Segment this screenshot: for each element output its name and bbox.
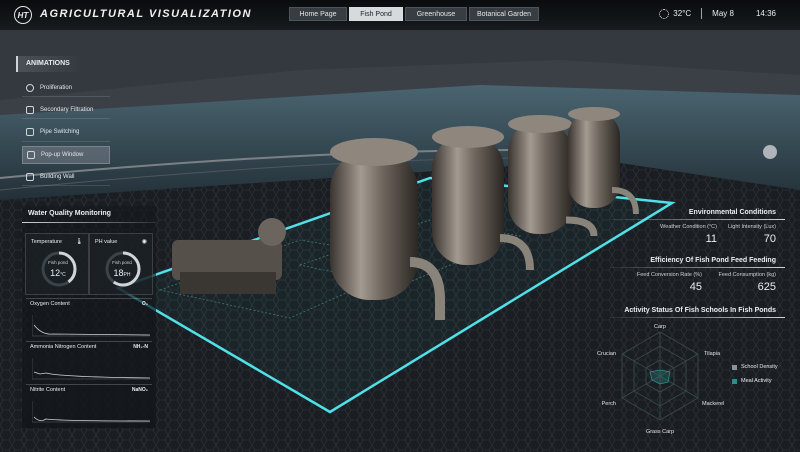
gauge-value: 18PH (113, 268, 131, 278)
legend-meal-activity[interactable]: Meal Activity (732, 378, 772, 384)
sun-icon (659, 8, 670, 19)
activity-title: Activity Status Of Fish Schools In Fish … (624, 307, 776, 314)
wall-icon (26, 172, 34, 181)
menu-item-label: Proliferation (40, 84, 73, 91)
top-bar: HT AGRICULTURAL VISUALIZATION Home Page … (0, 0, 800, 30)
legend-label: Meal Activity (741, 378, 772, 384)
chart-unit: NaNO₂ (131, 387, 148, 393)
chart-label: Ammonia Nitrogen Content (30, 344, 97, 350)
temperature-gauge: Temperature 🌡 Fish pond 12°C (25, 233, 89, 295)
menu-item-label: Building Wall (40, 173, 75, 180)
main-tabs: Home Page Fish Pond Greenhouse Botanical… (289, 7, 539, 21)
gauge-label: PH value (95, 239, 118, 245)
menu-item-label: Pipe Switching (40, 129, 80, 136)
ph-icon: ◉ (141, 239, 147, 245)
proliferation-icon (26, 83, 34, 92)
light-value: 70 (763, 233, 776, 245)
activity-radar-chart: Carp Tilapia Mackerel Grass Carp Perch C… (597, 324, 724, 435)
axis-label-mackerel: Mackerel (702, 401, 724, 407)
tab-botanical-garden[interactable]: Botanical Garden (469, 7, 539, 21)
menu-item-proliferation[interactable]: Proliferation (22, 79, 110, 97)
tab-home-page[interactable]: Home Page (289, 7, 347, 21)
animations-header: ANIMATIONS (16, 56, 82, 72)
menu-item-pipe-switching[interactable]: Pipe Switching (22, 124, 110, 142)
chart-label: Nitrite Content (30, 387, 66, 393)
water-quality-panel: Water Quality Monitoring Temperature 🌡 F… (22, 206, 156, 428)
menu-item-label: Pop-up Window (41, 151, 84, 158)
fcr-value: 45 (689, 281, 702, 293)
axis-label-perch: Perch (602, 401, 616, 407)
weather-label: Weather Condition (°C) (660, 224, 717, 230)
app-logo: HT (14, 6, 32, 24)
time-readout: 14:36 (755, 9, 776, 18)
chart-label: Oxygen Content (30, 301, 70, 307)
menu-item-label: Secondary Filtration (40, 106, 94, 113)
weather-value: 11 (705, 233, 717, 245)
chart-unit: NH₃-N (133, 344, 148, 350)
menu-item-pop-up-window[interactable]: Pop-up Window (22, 145, 110, 164)
menu-item-building-wall[interactable]: Building Wall (22, 168, 110, 187)
environment-title: Environmental Conditions (688, 209, 776, 216)
divider (701, 8, 703, 19)
consumption-label: Feed Consumption (kg) (718, 272, 776, 278)
legend-swatch (732, 378, 737, 384)
animations-menu: Proliferation Secondary Filtration Pipe … (22, 79, 110, 190)
light-label: Light Intensity (Lux) (728, 224, 776, 230)
status-area: 32°C May 8 14:36 (659, 8, 776, 19)
divider (610, 219, 785, 220)
gauge-sub: Fish pond (48, 260, 68, 265)
panel-title: Water Quality Monitoring (28, 210, 111, 217)
tab-fish-pond[interactable]: Fish Pond (349, 7, 403, 21)
ammonia-chart: Ammonia Nitrogen Content NH₃-N (26, 341, 152, 381)
legend-school-density[interactable]: School Density (732, 364, 778, 370)
pipe-icon (26, 128, 34, 137)
fcr-label: Feed Conversion Rate (%) (636, 272, 702, 278)
ph-gauge: PH value ◉ Fish pond 18PH (89, 233, 153, 295)
menu-item-secondary-filtration[interactable]: Secondary Filtration (22, 101, 110, 120)
divider (610, 267, 785, 268)
axis-label-carp: Carp (654, 324, 666, 330)
gauge-value: 12°C (50, 268, 66, 278)
nitrite-chart: Nitrite Content NaNO₂ (26, 384, 152, 424)
tab-greenhouse[interactable]: Greenhouse (405, 7, 467, 21)
gauge-label: Temperature (31, 239, 62, 245)
consumption-value: 625 (757, 281, 776, 293)
ammonia-sparkline (32, 358, 150, 380)
axis-label-grass-carp: Grass Carp (646, 429, 674, 435)
filter-icon (26, 105, 34, 114)
feeding-title: Efficiency Of Fish Pond Feed Feeding (650, 257, 776, 264)
chart-unit: O₂ (141, 301, 148, 307)
date-readout: May 8 (712, 9, 734, 18)
nitrite-sparkline (32, 401, 150, 423)
divider (22, 222, 156, 223)
app-title: AGRICULTURAL VISUALIZATION (40, 8, 252, 20)
oxygen-chart: Oxygen Content O₂ (26, 298, 152, 338)
legend-swatch (732, 364, 737, 370)
gauge-sub: Fish pond (112, 260, 132, 265)
oxygen-sparkline (32, 315, 150, 337)
axis-label-crucian: Crucian (597, 351, 616, 357)
window-icon (27, 150, 35, 159)
legend-label: School Density (741, 364, 778, 370)
thermometer-icon: 🌡 (75, 239, 83, 245)
temperature-readout: 32°C (673, 9, 692, 18)
axis-label-tilapia: Tilapia (704, 351, 721, 357)
